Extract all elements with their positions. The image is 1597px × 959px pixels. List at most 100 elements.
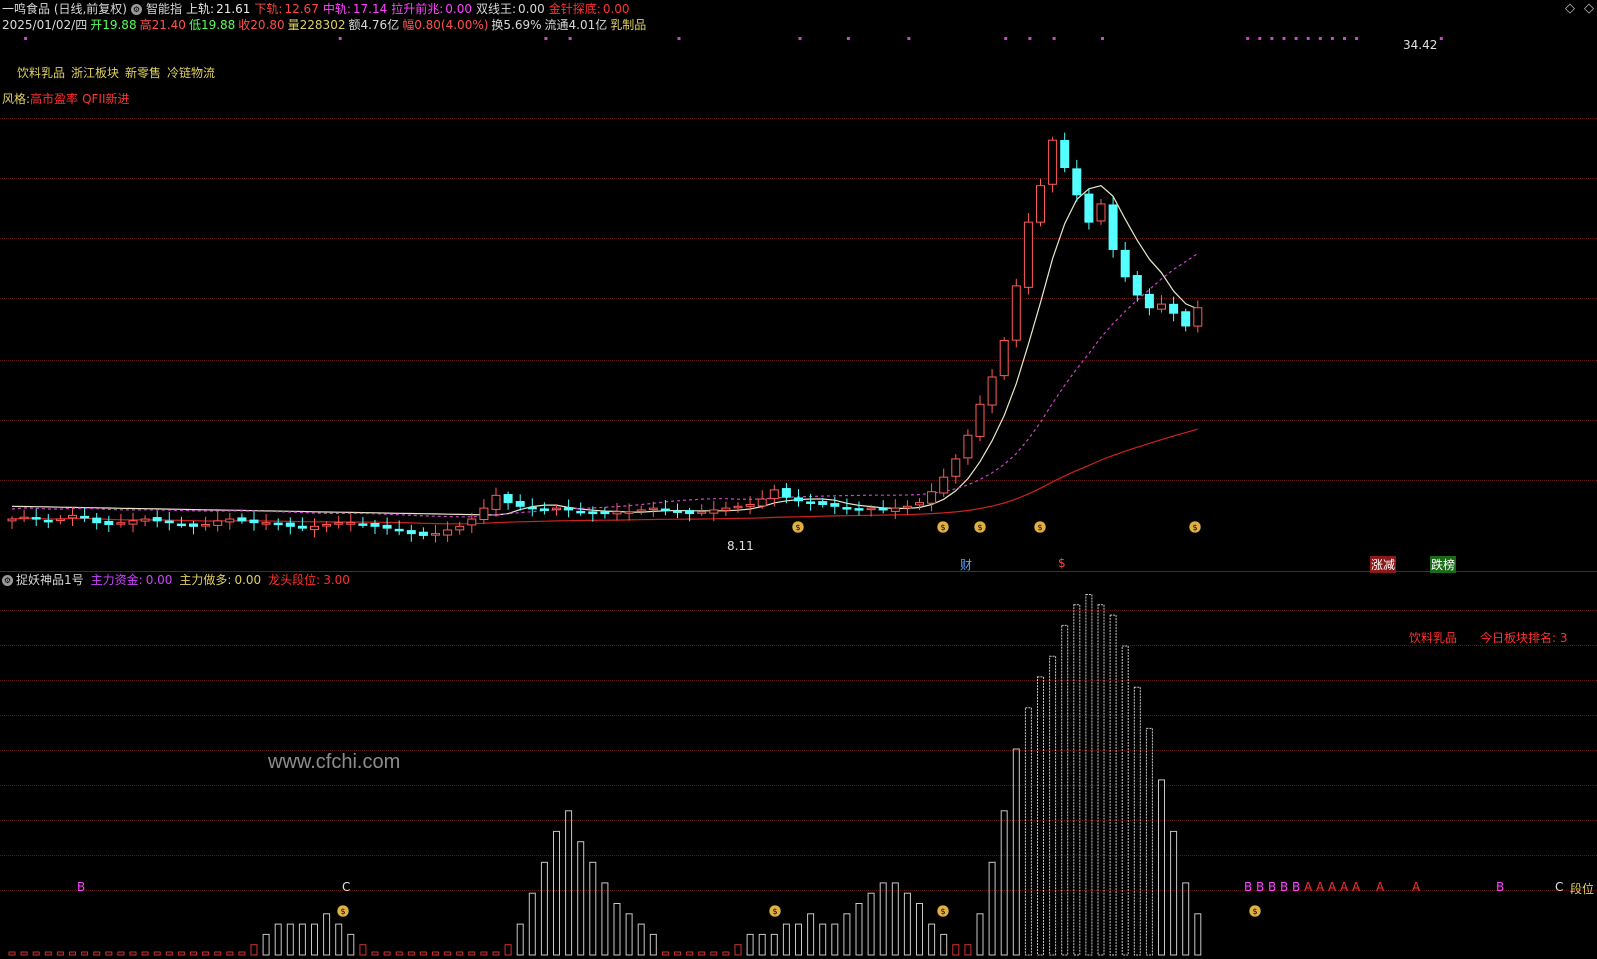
indicator-name[interactable]: 智能指 <box>146 2 182 16</box>
gear-icon[interactable]: ⚙ <box>131 3 142 15</box>
volume-bar <box>1158 779 1165 956</box>
volume-bar <box>444 951 452 956</box>
quote-row: 2025/01/02/四 开19.88 高21.40 低19.88 收20.80… <box>2 18 646 32</box>
lower-sector-name: 饮料乳品 <box>1409 631 1458 645</box>
signal-a: A <box>1412 880 1421 894</box>
candle-body <box>939 476 949 494</box>
style-tag[interactable]: QFII新进 <box>82 92 129 106</box>
volume-bar <box>407 951 415 956</box>
signal-a: A <box>1376 880 1385 894</box>
candle-body <box>382 524 392 529</box>
volume-bar <box>516 923 524 956</box>
high-price-mark: 34.42 <box>1403 38 1438 52</box>
candle-body <box>1157 303 1166 310</box>
candle-body <box>225 518 235 523</box>
sector-tag[interactable]: 饮料乳品 <box>17 66 65 80</box>
sector-tag[interactable]: 新零售 <box>125 66 161 80</box>
candle-body <box>358 523 368 526</box>
candle-body <box>418 531 428 536</box>
sector-tag[interactable]: 冷链物流 <box>167 66 215 80</box>
volume-bar <box>359 944 367 956</box>
quote-turnover: 换5.69% <box>491 18 542 32</box>
signal-b: B <box>1292 880 1301 894</box>
signal-a: A <box>1352 880 1361 894</box>
candle-body <box>902 505 912 509</box>
sector-tag[interactable]: 浙江板块 <box>71 66 119 80</box>
candle-body <box>80 515 90 519</box>
candle-body <box>818 501 828 505</box>
volume-bar <box>710 951 718 956</box>
candle-body <box>830 503 840 507</box>
candle-body <box>213 520 223 526</box>
sector-rank-text: 今日板块排名: 3 <box>1480 631 1568 645</box>
volume-bar <box>8 951 16 956</box>
candle-body <box>104 520 114 525</box>
volume-bar <box>879 882 887 956</box>
candle-body <box>261 522 271 525</box>
money-bag-symbol: $ <box>772 907 777 916</box>
candle-body <box>721 507 731 511</box>
volume-bar <box>928 923 936 956</box>
candle-body <box>285 522 295 527</box>
gear-icon[interactable]: ⚙ <box>2 574 13 586</box>
stock-title[interactable]: 一鸣食品 (日线,前复权) <box>2 2 127 16</box>
main-fund-label: 主力资金: <box>90 573 143 587</box>
signal-dot <box>1306 37 1310 40</box>
event-label-diebang[interactable]: 跌榜 <box>1430 556 1457 573</box>
upper-label: 上轨: <box>186 2 215 16</box>
volume-bar <box>1024 707 1032 956</box>
volume-bar <box>274 923 282 956</box>
event-label-dollar[interactable]: $ <box>1058 556 1066 570</box>
diamond-icon[interactable]: ◇ <box>1565 1 1575 16</box>
upper-value: 21.61 <box>216 2 251 16</box>
event-label-cai[interactable]: 财 <box>960 556 972 573</box>
signal-b: B <box>1280 880 1289 894</box>
candle-body <box>1120 249 1130 278</box>
style-tag[interactable]: 高市盈率 <box>30 92 78 106</box>
volume-bar <box>940 933 948 956</box>
candle-body <box>116 522 126 525</box>
candle-body <box>927 491 937 504</box>
volume-bar <box>468 951 476 956</box>
volume-bar <box>1012 748 1020 956</box>
volume-bar <box>698 951 706 956</box>
volume-bar <box>553 830 560 956</box>
candle-body <box>757 498 767 507</box>
lower-panel-name[interactable]: 捉妖神品1号 <box>16 573 84 587</box>
volume-bar <box>686 951 694 956</box>
volume-bar <box>311 923 318 956</box>
signal-dot <box>1258 37 1262 40</box>
candle-body <box>140 518 150 522</box>
signal-dot <box>1343 37 1346 40</box>
candle-body <box>1048 139 1058 185</box>
dragon-label: 龙头段位: <box>268 573 321 587</box>
chevron-icon[interactable]: ◇ <box>1584 1 1594 16</box>
candle-body <box>346 522 356 525</box>
signal-dot <box>1318 37 1322 40</box>
candle-body <box>806 501 816 504</box>
volume-bar <box>347 933 355 956</box>
candle-body <box>527 506 537 510</box>
signal-c: C <box>342 880 351 894</box>
event-label-zhangjian[interactable]: 涨减 <box>1370 556 1397 573</box>
candle-body <box>999 340 1009 377</box>
volume-bar <box>891 882 899 956</box>
volume-bar <box>625 913 633 956</box>
candle-body <box>479 507 489 521</box>
volume-bar <box>395 951 403 956</box>
volume-bar <box>1073 604 1081 956</box>
volume-bar <box>674 951 681 956</box>
candle-body <box>588 511 598 515</box>
volume-bar <box>165 951 173 956</box>
money-bag-symbol: $ <box>940 523 945 532</box>
candle-body <box>394 528 404 532</box>
volume-bar <box>335 923 343 956</box>
candle-body <box>890 507 900 512</box>
signal-a: A <box>1328 880 1337 894</box>
volume-bar <box>855 903 863 956</box>
kline-chart[interactable]: $ $ $ $ $ $ $ $ $ <box>0 0 1597 959</box>
candle-body <box>176 523 186 527</box>
money-bag-symbol: $ <box>1037 523 1042 532</box>
signal-dot <box>907 37 911 40</box>
candle-body <box>564 507 574 511</box>
